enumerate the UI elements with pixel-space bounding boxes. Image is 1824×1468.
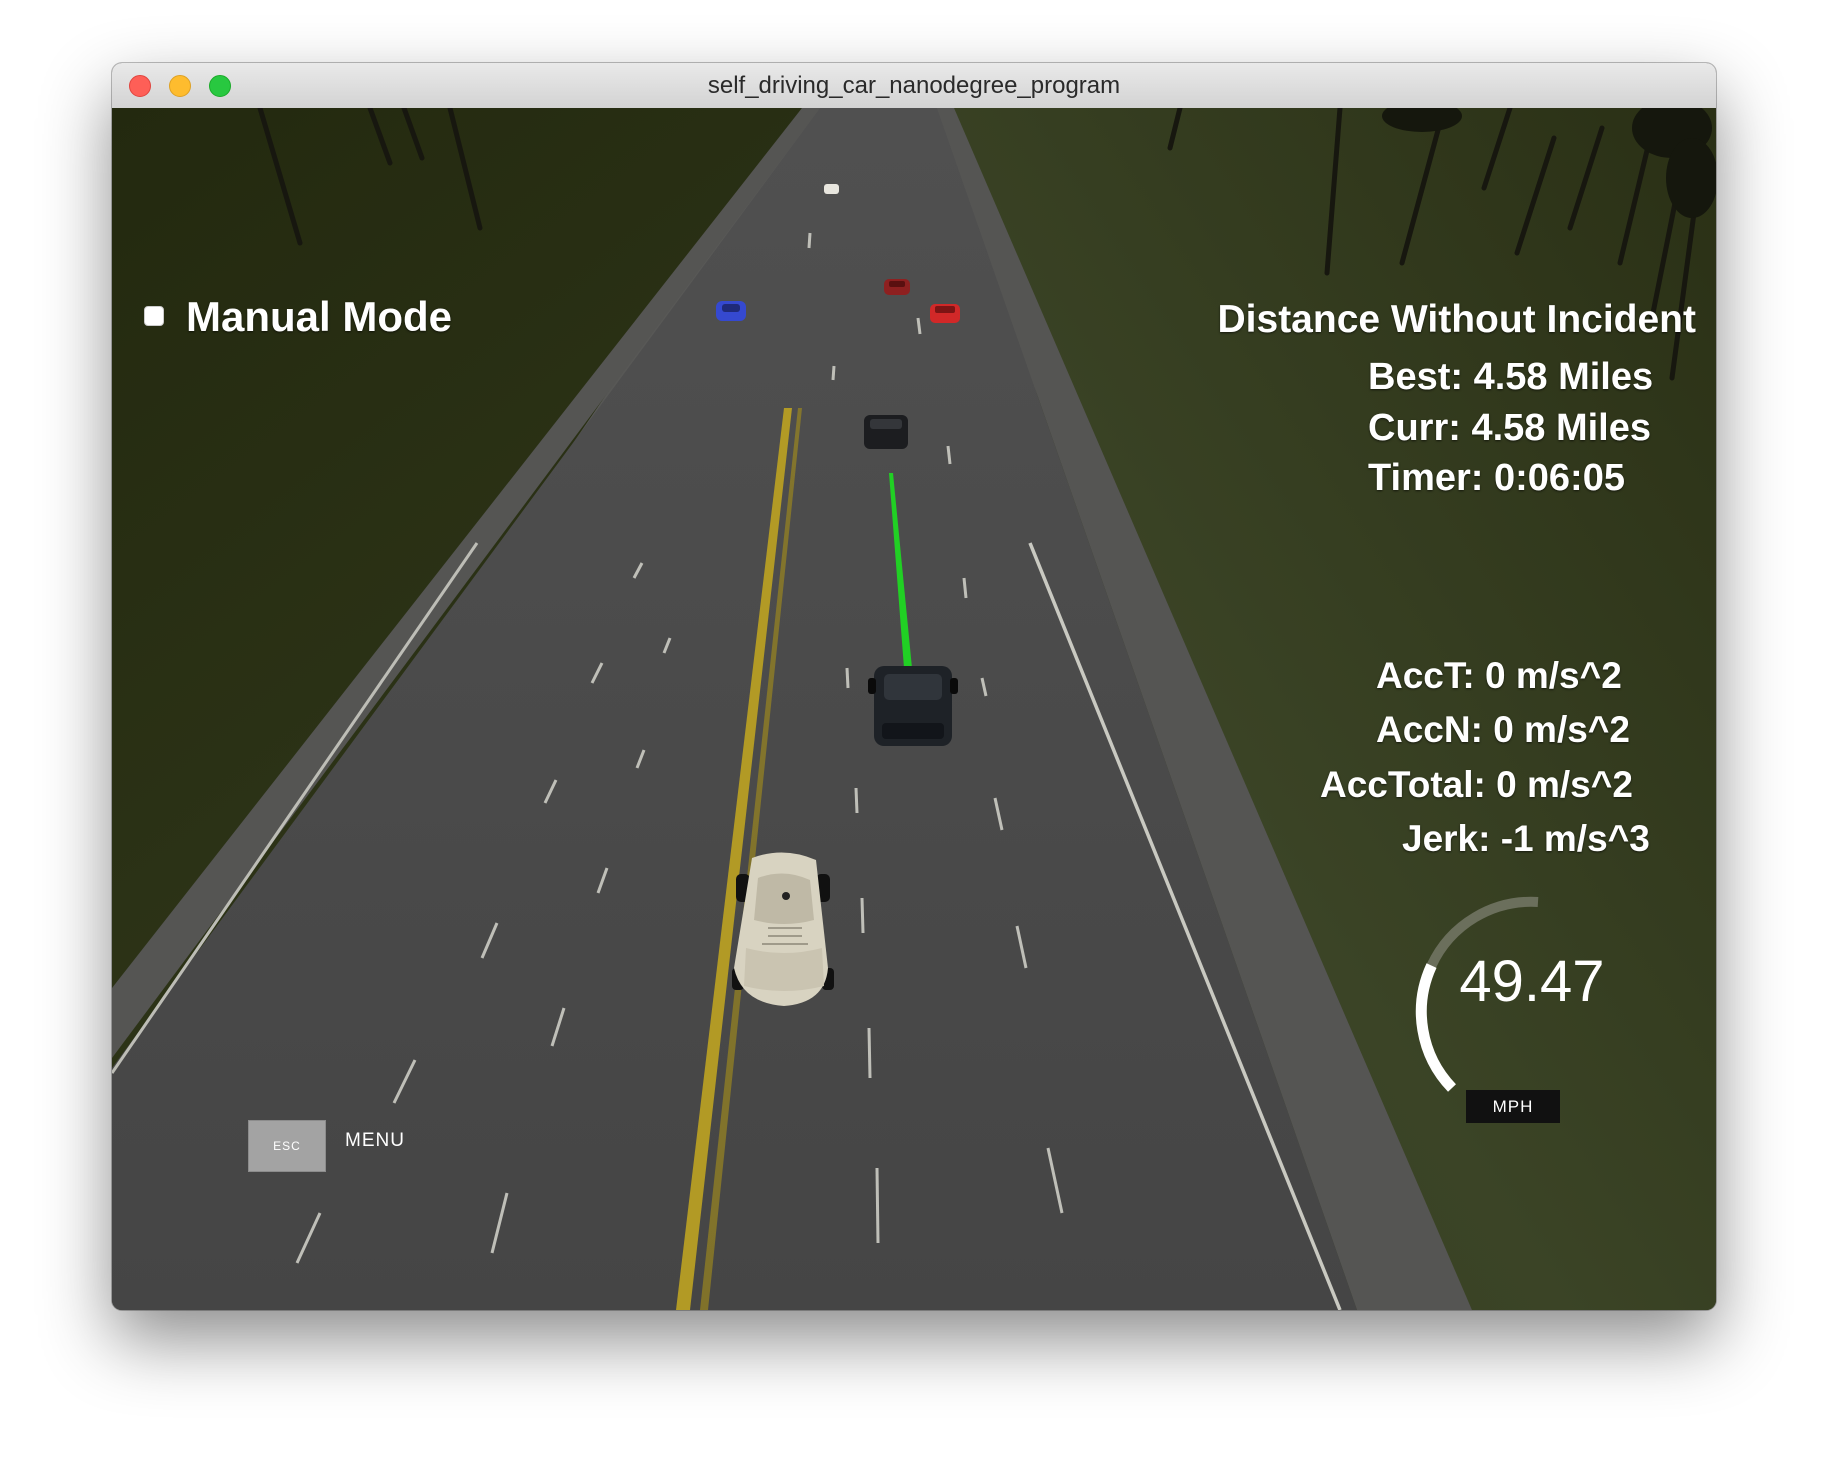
acc-total: AccTotal: 0 m/s^2 [1320, 764, 1633, 805]
speed-readout: 49.47 [1459, 949, 1605, 1014]
best-distance: Best: 4.58 Miles [1368, 356, 1654, 398]
timer: Timer: 0:06:05 [1368, 457, 1625, 499]
manual-mode-checkbox[interactable] [144, 306, 164, 326]
speed-unit: MPH [1466, 1090, 1560, 1123]
game-viewport: 49.47 MPH Manual Mode Distance Without I… [112, 108, 1716, 1310]
acc-normal: AccN: 0 m/s^2 [1376, 709, 1630, 750]
current-distance: Curr: 4.58 Miles [1368, 407, 1651, 449]
car-black-near [868, 666, 958, 746]
simulator-window: self_driving_car_nanodegree_program 49.4… [112, 63, 1716, 1310]
car-blue [716, 301, 746, 321]
title-bar: self_driving_car_nanodegree_program [112, 63, 1716, 109]
car-distant-white [824, 184, 839, 194]
window-title: self_driving_car_nanodegree_program [707, 72, 1121, 99]
car-red [930, 304, 960, 323]
distance-title: Distance Without Incident [1217, 298, 1697, 341]
manual-mode-label: Manual Mode [186, 293, 453, 340]
menu-label: MENU [345, 1130, 405, 1151]
car-dark-red [884, 279, 910, 295]
ego-car [732, 852, 834, 1006]
esc-menu-button[interactable]: ESC [248, 1120, 326, 1172]
jerk: Jerk: -1 m/s^3 [1402, 818, 1650, 859]
acc-tangential: AccT: 0 m/s^2 [1376, 655, 1622, 696]
car-black-ahead [864, 415, 908, 449]
